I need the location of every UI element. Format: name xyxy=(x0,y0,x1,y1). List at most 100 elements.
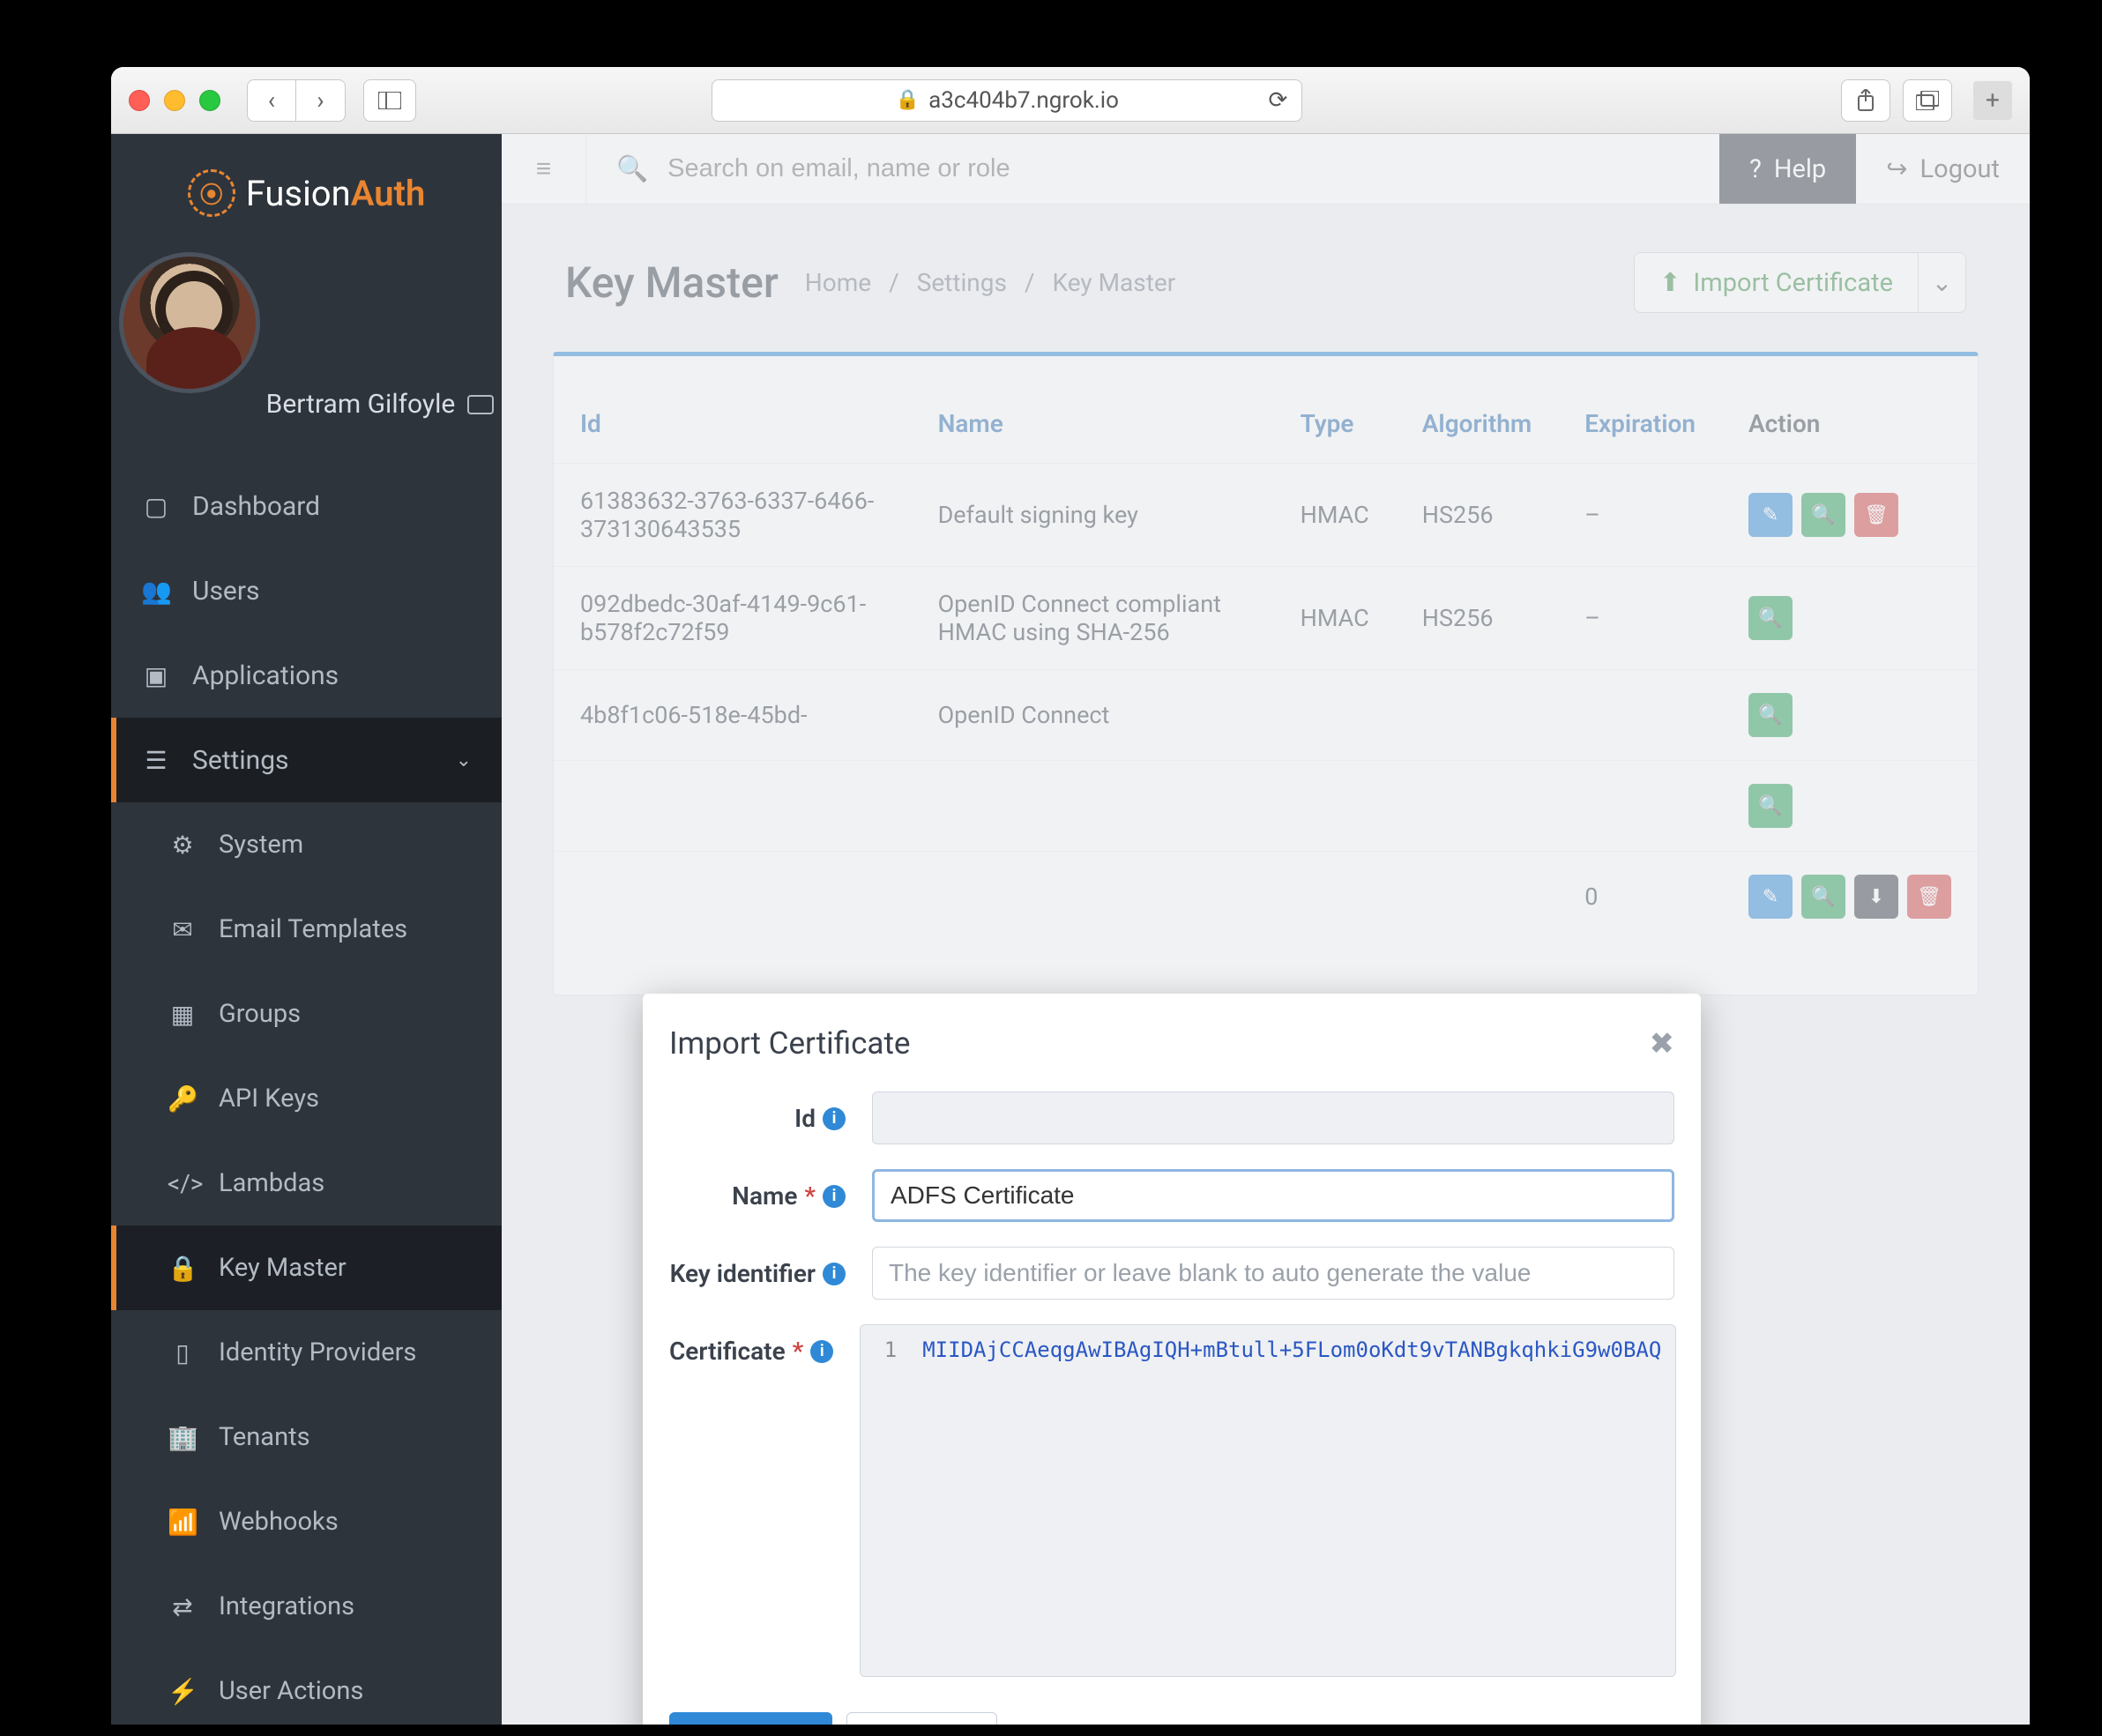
id-card-icon xyxy=(467,395,494,414)
cell-algorithm xyxy=(1396,852,1558,943)
sidebar-item-lambdas[interactable]: </>Lambdas xyxy=(111,1141,502,1226)
sidebar-item-system[interactable]: ⚙System xyxy=(111,802,502,887)
view-button[interactable]: 🔍 xyxy=(1801,493,1845,537)
cell-expiration: 0 xyxy=(1558,852,1722,943)
crumb-settings[interactable]: Settings xyxy=(917,268,1007,297)
modal-close-button[interactable]: ✖ xyxy=(1650,1026,1675,1062)
logout-icon: ↪ xyxy=(1886,153,1907,184)
accent-bar xyxy=(111,1226,116,1310)
view-button[interactable]: 🔍 xyxy=(1748,784,1793,828)
cell-expiration: – xyxy=(1558,464,1722,567)
dl-button[interactable]: ⬇ xyxy=(1854,875,1898,919)
brand-logo-icon: ⦿ xyxy=(188,169,235,217)
minimize-window-button[interactable] xyxy=(164,90,185,111)
close-window-button[interactable] xyxy=(129,90,150,111)
sidebar-item-identity-providers[interactable]: ▯Identity Providers xyxy=(111,1310,502,1395)
sliders-icon: ☰ xyxy=(141,746,171,775)
address-bar[interactable]: 🔒 a3c404b7.ngrok.io ⟳ xyxy=(712,79,1302,122)
edit-button[interactable]: ✎ xyxy=(1748,493,1793,537)
tabs-icon xyxy=(1916,91,1939,110)
sidebar-item-groups[interactable]: ▦Groups xyxy=(111,972,502,1056)
col-name[interactable]: Name xyxy=(912,391,1274,464)
search-input[interactable] xyxy=(667,154,1689,183)
id-field[interactable] xyxy=(872,1092,1674,1144)
brand: ⦿ FusionAuth xyxy=(111,134,502,243)
keys-card: Id Name Type Algorithm Expiration Action… xyxy=(553,352,1979,995)
lock-icon: 🔒 xyxy=(896,89,920,111)
page-title: Key Master xyxy=(565,257,779,308)
col-type[interactable]: Type xyxy=(1274,391,1396,464)
cell-actions: 🔍 xyxy=(1722,761,1978,852)
key-identifier-field[interactable] xyxy=(872,1247,1674,1300)
username[interactable]: Bertram Gilfoyle xyxy=(266,389,495,420)
view-button[interactable]: 🔍 xyxy=(1748,596,1793,640)
info-icon[interactable]: i xyxy=(823,1107,846,1130)
help-link[interactable]: ?Help xyxy=(1719,134,1856,204)
cell-name xyxy=(912,852,1274,943)
sidebar-item-tenants[interactable]: 🏢Tenants xyxy=(111,1395,502,1479)
view-button[interactable]: 🔍 xyxy=(1801,875,1845,919)
help-icon: ? xyxy=(1749,154,1762,184)
sidebar-item-user-actions[interactable]: ⚡User Actions xyxy=(111,1649,502,1725)
apps-icon: ▣ xyxy=(141,661,171,690)
label-id: Id xyxy=(794,1104,816,1133)
import-certificate-modal: Import Certificate ✖ Id i Name* i Key id… xyxy=(643,994,1701,1725)
gear-icon: ⚙ xyxy=(168,831,198,860)
sidebar-item-users[interactable]: 👥Users xyxy=(111,548,502,633)
sidebar-item-settings[interactable]: ☰Settings⌄ xyxy=(111,718,502,802)
edit-button[interactable]: ✎ xyxy=(1748,875,1793,919)
tabs-button[interactable] xyxy=(1903,79,1952,122)
certificate-field[interactable]: 1 MIIDAjCCAeqgAwIBAgIQH+mBtull+5FLom0oKd… xyxy=(860,1324,1676,1677)
sidebar-item-applications[interactable]: ▣Applications xyxy=(111,633,502,718)
cell-name xyxy=(912,761,1274,852)
upload-icon: ⬆ xyxy=(1659,267,1681,298)
id-icon: ▯ xyxy=(168,1338,198,1367)
label-name: Name xyxy=(732,1181,797,1211)
sidebar-toggle-button[interactable] xyxy=(363,79,416,122)
col-expiration[interactable]: Expiration xyxy=(1558,391,1722,464)
logout-link[interactable]: ↪Logout xyxy=(1856,134,2030,204)
sidebar-item-webhooks[interactable]: 📶Webhooks xyxy=(111,1479,502,1564)
sidebar-item-email-templates[interactable]: ✉Email Templates xyxy=(111,887,502,972)
collapse-sidebar-button[interactable]: ≡ xyxy=(502,134,586,204)
view-icon: 🔍 xyxy=(1758,795,1782,817)
cell-id xyxy=(554,761,912,852)
name-field[interactable] xyxy=(872,1169,1674,1222)
sidebar-item-integrations[interactable]: ⇄Integrations xyxy=(111,1564,502,1649)
maximize-window-button[interactable] xyxy=(199,90,220,111)
cell-name: OpenID Connect xyxy=(912,670,1274,761)
info-icon[interactable]: i xyxy=(823,1263,846,1285)
col-algorithm[interactable]: Algorithm xyxy=(1396,391,1558,464)
avatar[interactable] xyxy=(119,252,260,393)
import-dropdown-button[interactable]: ⌄ xyxy=(1919,252,1966,313)
info-icon[interactable]: i xyxy=(823,1185,846,1208)
back-button[interactable]: ‹ xyxy=(247,79,296,122)
cell-actions: 🔍 xyxy=(1722,670,1978,761)
new-tab-button[interactable]: + xyxy=(1973,81,2012,120)
sidebar-item-api-keys[interactable]: 🔑API Keys xyxy=(111,1056,502,1141)
crumb-home[interactable]: Home xyxy=(805,268,871,297)
view-icon: 🔍 xyxy=(1758,607,1782,630)
cell-type: HMAC xyxy=(1274,567,1396,670)
forward-button[interactable]: › xyxy=(296,79,346,122)
info-icon[interactable]: i xyxy=(810,1340,833,1363)
import-certificate-button[interactable]: ⬆ Import Certificate xyxy=(1634,252,1919,313)
del-icon: 🗑 xyxy=(1864,504,1889,526)
sidebar-item-key-master[interactable]: 🔒Key Master xyxy=(111,1226,502,1310)
sidebar-item-dashboard[interactable]: ▢Dashboard xyxy=(111,464,502,548)
col-id[interactable]: Id xyxy=(554,391,912,464)
del-button[interactable]: 🗑 xyxy=(1907,875,1951,919)
share-button[interactable] xyxy=(1841,79,1890,122)
cancel-button[interactable]: ↶ Cancel xyxy=(846,1712,997,1725)
building-icon: 🏢 xyxy=(168,1423,198,1452)
reload-icon[interactable]: ⟳ xyxy=(1269,87,1288,114)
chevron-down-icon: ⌄ xyxy=(456,749,472,771)
view-button[interactable]: 🔍 xyxy=(1748,693,1793,737)
view-icon: 🔍 xyxy=(1811,886,1835,908)
brand-text: FusionAuth xyxy=(246,173,426,214)
keys-table: Id Name Type Algorithm Expiration Action… xyxy=(554,391,1978,942)
label-certificate: Certificate xyxy=(669,1337,786,1366)
del-button[interactable]: 🗑 xyxy=(1854,493,1898,537)
cell-expiration xyxy=(1558,761,1722,852)
submit-button[interactable]: 💾 Submit xyxy=(669,1712,832,1725)
